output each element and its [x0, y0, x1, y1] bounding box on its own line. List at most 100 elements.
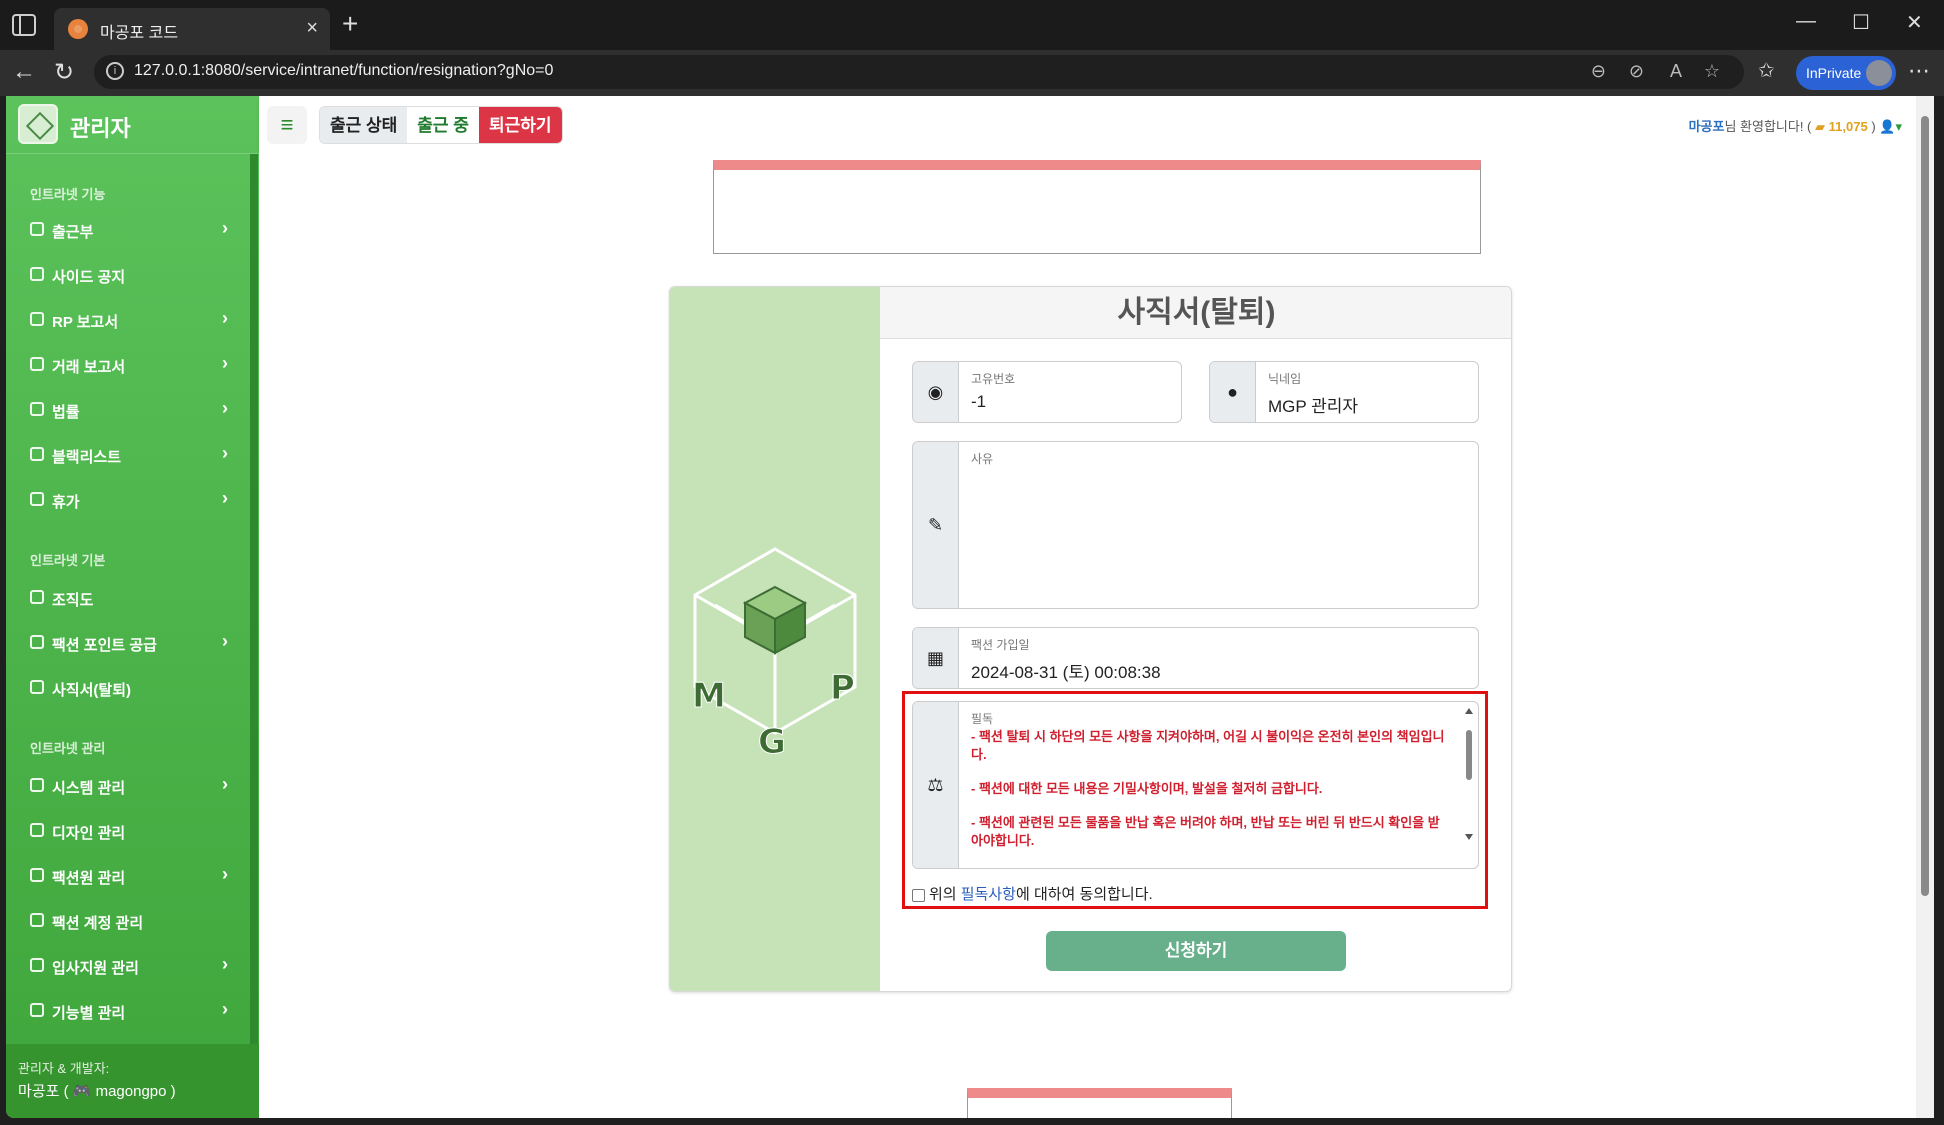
notice-line: - 팩션 탈퇴 시 하단의 모든 사항을 지켜야하며, 어길 시 불이익은 온전…: [971, 729, 1445, 762]
welcome-user[interactable]: 마공포: [1689, 119, 1725, 134]
sidebar-item-label: RP 보고서: [52, 314, 119, 331]
chevron-right-icon: ›: [222, 353, 228, 373]
sidebar-item-attendance[interactable]: 출근부 ›: [30, 216, 230, 246]
logo-letter-g: G: [758, 722, 786, 762]
web-page: 관리자 인트라넷 기능 출근부 › 사이드 공지 RP 보고서 › 거래 보고서 › …: [6, 96, 1926, 1118]
resignation-card: M G P 사직서(탈퇴) ◉ 고유번호 -1 ● 닉네임 MGP 관리자 ✎ …: [669, 286, 1512, 992]
site-info-icon[interactable]: i: [106, 62, 124, 80]
favorite-icon[interactable]: ☆: [1704, 61, 1720, 82]
calendar-icon: ▦: [913, 628, 959, 688]
tab-actions-icon[interactable]: [12, 14, 36, 36]
gears-icon: [30, 1003, 44, 1017]
zoom-icon[interactable]: ⊖: [1591, 61, 1606, 82]
favorites-bar-icon[interactable]: ✩: [1758, 58, 1775, 83]
sidebar-item-trade-report[interactable]: 거래 보고서 ›: [30, 351, 230, 381]
form-title: 사직서(탈퇴): [880, 287, 1511, 339]
nickname-label: 닉네임: [1268, 372, 1302, 386]
nickname-field[interactable]: ● 닉네임 MGP 관리자: [1209, 361, 1479, 423]
menu-toggle-icon[interactable]: ≡: [267, 106, 307, 144]
notice-scrollbar[interactable]: [1464, 706, 1474, 862]
refresh-icon[interactable]: ↻: [54, 58, 74, 87]
url-text: 127.0.0.1:8080/service/intranet/function…: [134, 62, 554, 79]
sidebar-scrollbar[interactable]: [250, 154, 258, 1044]
leave-work-button[interactable]: 퇴근하기: [478, 107, 562, 143]
close-window-icon[interactable]: ✕: [1906, 10, 1923, 35]
megaphone-icon: [30, 267, 44, 281]
book-icon: [30, 222, 44, 236]
sidebar-item-label: 팩션 포인트 공급: [52, 637, 157, 654]
sidebar-item-applications[interactable]: 입사지원 관리 ›: [30, 952, 230, 982]
sidebar: 관리자 인트라넷 기능 출근부 › 사이드 공지 RP 보고서 › 거래 보고서 › …: [6, 96, 259, 1118]
user-menu-icon[interactable]: 👤▾: [1879, 119, 1902, 134]
card-form-panel: 사직서(탈퇴) ◉ 고유번호 -1 ● 닉네임 MGP 관리자 ✎ 사유 ▦ 팩…: [880, 287, 1511, 991]
url-field[interactable]: i 127.0.0.1:8080/service/intranet/functi…: [94, 55, 1744, 89]
nickname-value: MGP 관리자: [1268, 397, 1359, 416]
id-card-icon: [30, 913, 44, 927]
maximize-icon[interactable]: ☐: [1852, 10, 1870, 35]
new-tab-icon[interactable]: +: [342, 8, 358, 40]
chevron-right-icon: ›: [222, 954, 228, 974]
ban-icon: [30, 447, 44, 461]
site-favicon-icon: [68, 19, 88, 39]
agree-checkbox-row[interactable]: 위의 필독사항에 대하여 동의합니다.: [912, 883, 1153, 904]
sidebar-brand[interactable]: 관리자: [6, 96, 259, 154]
footer-label: 관리자 & 개발자:: [18, 1061, 110, 1076]
plane-icon: [30, 492, 44, 506]
notice-link[interactable]: 필독사항: [961, 886, 1016, 903]
agree-prefix: 위의: [929, 886, 961, 903]
points-value: 11,075: [1828, 119, 1868, 134]
coin-icon: ▰: [1815, 119, 1826, 134]
sidebar-item-vacation[interactable]: 휴가 ›: [30, 486, 230, 516]
sidebar-item-label: 블랙리스트: [52, 449, 122, 466]
notice-line: - 팩션에 관련된 모든 물품을 반납 혹은 버려야 하며, 반납 또는 버린 …: [971, 815, 1440, 848]
more-menu-icon[interactable]: ⋯: [1908, 58, 1930, 84]
sidebar-item-label: 기능별 관리: [52, 1005, 126, 1022]
close-tab-icon[interactable]: ×: [306, 17, 318, 40]
attendance-status-value: 출근 중: [407, 107, 479, 143]
tab-title: 마공포 코드: [100, 25, 179, 42]
sidebar-item-resignation[interactable]: 사직서(탈퇴): [30, 674, 230, 704]
sidebar-section-heading: 인트라넷 기본: [30, 553, 106, 568]
sidebar-item-rp-report[interactable]: RP 보고서 ›: [30, 306, 230, 336]
mgp-logo: M G P: [692, 547, 857, 763]
sidebar-item-side-notice[interactable]: 사이드 공지: [30, 261, 230, 291]
join-date-field[interactable]: ▦ 팩션 가입일 2024-08-31 (토) 00:08:38: [912, 627, 1479, 689]
submit-button[interactable]: 신청하기: [1046, 931, 1346, 971]
sidebar-item-blacklist[interactable]: 블랙리스트 ›: [30, 441, 230, 471]
sidebar-item-design[interactable]: 디자인 관리: [30, 817, 230, 847]
reason-textarea[interactable]: ✎ 사유: [912, 441, 1479, 609]
welcome-close: ): [1871, 119, 1876, 134]
notice-text: - 팩션 탈퇴 시 하단의 모든 사항을 지켜야하며, 어길 시 불이익은 온전…: [971, 728, 1451, 850]
notice-line: - 팩션에 대한 모든 내용은 기밀사항이며, 발설을 철저히 금합니다.: [971, 781, 1323, 796]
card-logo-panel: M G P: [670, 287, 880, 991]
sidebar-item-system[interactable]: 시스템 관리 ›: [30, 772, 230, 802]
read-aloud-icon[interactable]: A: [1670, 61, 1682, 82]
page-scrollbar[interactable]: [1916, 96, 1934, 1118]
logo-letter-m: M: [692, 676, 726, 716]
browser-tab[interactable]: 마공포 코드 ×: [54, 8, 330, 50]
id-field[interactable]: ◉ 고유번호 -1: [912, 361, 1182, 423]
sidebar-item-features[interactable]: 기능별 관리 ›: [30, 997, 230, 1027]
profile-avatar: [1866, 60, 1892, 86]
sidebar-item-label: 사직서(탈퇴): [52, 682, 131, 699]
agree-checkbox[interactable]: [912, 888, 925, 902]
back-icon[interactable]: ←: [12, 58, 36, 86]
logo-letter-p: P: [830, 668, 855, 708]
page-scroll-thumb[interactable]: [1921, 116, 1929, 896]
sidebar-item-org-chart[interactable]: 조직도: [30, 584, 230, 614]
footer-developer[interactable]: 마공포 ( 🎮 magongpo ): [18, 1080, 176, 1101]
file-signature-icon: ✎: [913, 442, 959, 608]
sidebar-item-accounts[interactable]: 팩션 계정 관리: [30, 907, 230, 937]
notice-textarea[interactable]: ⚖ 필독 - 팩션 탈퇴 시 하단의 모든 사항을 지켜야하며, 어길 시 불이…: [912, 701, 1479, 869]
chevron-right-icon: ›: [222, 864, 228, 884]
reason-label: 사유: [971, 452, 994, 466]
signature-icon: [30, 680, 44, 694]
user-gear-icon: [30, 868, 44, 882]
sidebar-item-law[interactable]: 법률 ›: [30, 396, 230, 426]
tracking-icon[interactable]: ⊘: [1629, 61, 1644, 82]
inprivate-badge[interactable]: InPrivate: [1796, 56, 1896, 90]
sidebar-item-points[interactable]: 팩션 포인트 공급 ›: [30, 629, 230, 659]
sidebar-item-members[interactable]: 팩션원 관리 ›: [30, 862, 230, 892]
minimize-icon[interactable]: —: [1796, 10, 1816, 33]
brand-name: 관리자: [70, 116, 131, 141]
